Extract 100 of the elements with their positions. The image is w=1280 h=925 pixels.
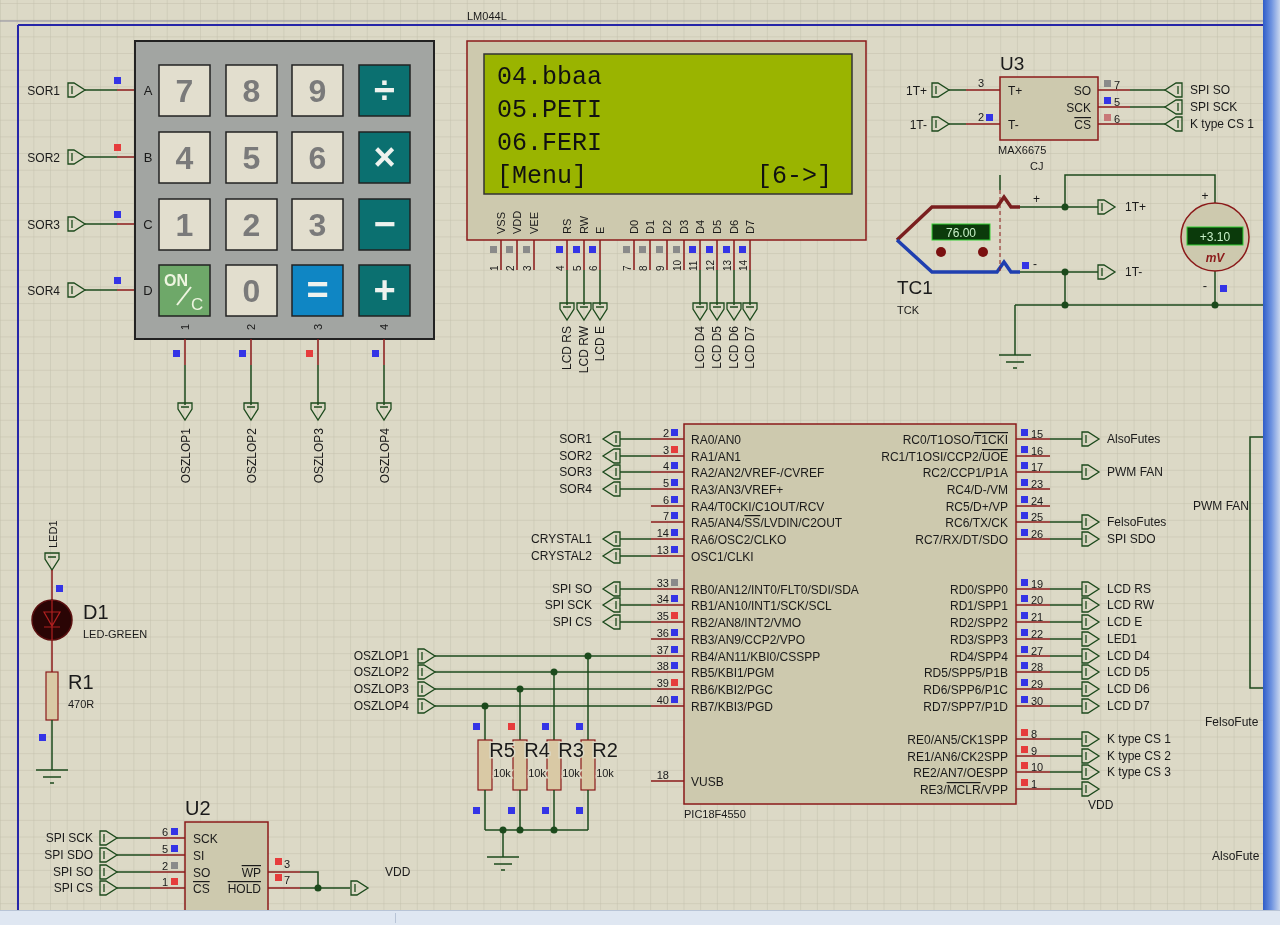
pin-number: 6 <box>588 265 599 271</box>
part-value: 10k <box>596 767 614 779</box>
pin-name: RE1/AN6/CK2SPP <box>907 750 1008 764</box>
pin-number: 26 <box>1031 528 1044 540</box>
keypad-key[interactable]: 8 <box>225 64 278 117</box>
net-label: SPI SDO <box>44 848 93 862</box>
pin-number: 25 <box>1031 511 1044 523</box>
pin-number: 2 <box>978 111 985 123</box>
column-label: 1 <box>179 323 191 331</box>
net-label: LCD D4 <box>693 326 707 369</box>
pin-number: 5 <box>662 477 669 489</box>
net-label: LCD RW <box>577 326 591 374</box>
pin-name: D7 <box>744 219 756 234</box>
pin-name: RD6/SPP6/P1C <box>923 683 1008 697</box>
part-reference: U3 <box>1000 53 1025 74</box>
pin-number: 5 <box>1114 96 1121 108</box>
pin-name: SCK <box>1066 101 1091 115</box>
net-label: SPI SDO <box>1107 532 1156 546</box>
pin-number: 6 <box>662 494 669 506</box>
keypad-key[interactable]: 6 <box>291 131 344 184</box>
net-label: LCD D6 <box>1107 682 1150 696</box>
pin-number: 38 <box>656 660 669 672</box>
pin-name: T+ <box>1008 84 1023 98</box>
pin-name: RD2/SPP2 <box>949 616 1008 630</box>
net-label: FelsoFutes <box>1107 515 1167 529</box>
keypad-key[interactable]: 1 <box>158 198 211 251</box>
net-label: PWM FAN <box>1107 465 1163 479</box>
keypad-key[interactable]: 2 <box>225 198 278 251</box>
pin-name: RD1/SPP1 <box>949 599 1008 613</box>
pin-number: 14 <box>656 527 669 539</box>
pin-number: 13 <box>656 544 669 556</box>
pin-number: 29 <box>1031 678 1044 690</box>
pin-number: 13 <box>722 259 733 271</box>
pin-number: 11 <box>688 260 699 271</box>
net-label: SOR2 <box>559 449 592 463</box>
pin-number: 4 <box>662 460 669 472</box>
pin-number: 27 <box>1031 645 1044 657</box>
pin-number: 3 <box>284 858 291 870</box>
net-label: SPI CS <box>53 881 93 895</box>
net-label: PWM FAN <box>1193 499 1249 513</box>
pin-number: 34 <box>656 593 669 605</box>
pin-name: HOLD <box>227 882 261 896</box>
pin-number: 36 <box>656 627 669 639</box>
pin-number: 16 <box>1031 445 1044 457</box>
pin-name: RC4/D-/VM <box>946 483 1008 497</box>
net-label: LCD E <box>593 326 607 362</box>
lcd-text: 05.PETI <box>497 96 603 125</box>
part-value: 10k <box>562 767 580 779</box>
net-label: 1T- <box>909 118 927 132</box>
pin-name: E <box>594 226 606 234</box>
pin-number: 18 <box>656 769 669 781</box>
net-label: LCD D4 <box>1107 649 1150 663</box>
keypad-key[interactable]: − <box>358 198 411 251</box>
pin-name: RA0/AN0 <box>691 433 742 447</box>
net-label: K type CS 1 <box>1190 117 1255 131</box>
pin-number: 14 <box>738 259 749 271</box>
column-label: 4 <box>378 323 390 331</box>
pin-name: RE2/AN7/OESPP <box>913 766 1008 780</box>
pin-number: 7 <box>284 874 291 886</box>
keypad-key[interactable]: 9 <box>291 64 344 117</box>
net-label: LED1 <box>1107 632 1138 646</box>
pin-name: SO <box>1073 84 1091 98</box>
pin-number: 3 <box>522 265 533 271</box>
pin-name: RD7/SPP7/P1D <box>923 700 1008 714</box>
part-reference: TC1 <box>897 277 933 298</box>
keypad-key[interactable]: 4 <box>158 131 211 184</box>
pin-name: RB1/AN10/INT1/SCK/SCL <box>691 599 832 613</box>
keypad-key[interactable]: ÷ <box>358 64 411 117</box>
part-value: LED-GREEN <box>83 628 148 640</box>
keypad-key[interactable]: 3 <box>291 198 344 251</box>
net-label: LCD D5 <box>1107 665 1150 679</box>
pin-name: RB0/AN12/INT0/FLT0/SDI/SDA <box>691 583 859 597</box>
keypad-key[interactable]: ON C <box>158 264 211 317</box>
net-label: K type CS 1 <box>1107 732 1172 746</box>
pin-name: RB5/KBI1/PGM <box>691 666 775 680</box>
pin-name: WP <box>241 866 261 880</box>
net-label: SOR3 <box>559 465 592 479</box>
polarity-label: + <box>1033 192 1040 206</box>
pin-number: 19 <box>1031 578 1044 590</box>
pin-name: D2 <box>661 219 673 234</box>
pin-name: SI <box>193 849 205 863</box>
net-label: LCD D7 <box>1107 699 1150 713</box>
keypad-key[interactable]: × <box>358 131 411 184</box>
net-label: CRYSTAL2 <box>531 549 592 563</box>
pin-number: 2 <box>505 265 516 271</box>
pin-name: RC2/CCP1/P1A <box>922 466 1008 480</box>
keypad-key[interactable]: 5 <box>225 131 278 184</box>
keypad-key[interactable]: 7 <box>158 64 211 117</box>
net-label: SOR1 <box>559 432 592 446</box>
pin-name: D3 <box>678 219 690 234</box>
pin-number: 40 <box>656 694 669 706</box>
keypad-key[interactable]: + <box>358 264 411 317</box>
keypad-key[interactable]: = <box>291 264 344 317</box>
pin-name: CS <box>193 882 210 896</box>
keypad-key[interactable]: 0 <box>225 264 278 317</box>
net-label: OSZLOP1 <box>179 428 193 484</box>
pin-name: SO <box>193 866 211 880</box>
column-label: 3 <box>312 323 324 331</box>
net-label: 1T- <box>1125 265 1143 279</box>
part-value: PIC18F4550 <box>684 808 746 820</box>
